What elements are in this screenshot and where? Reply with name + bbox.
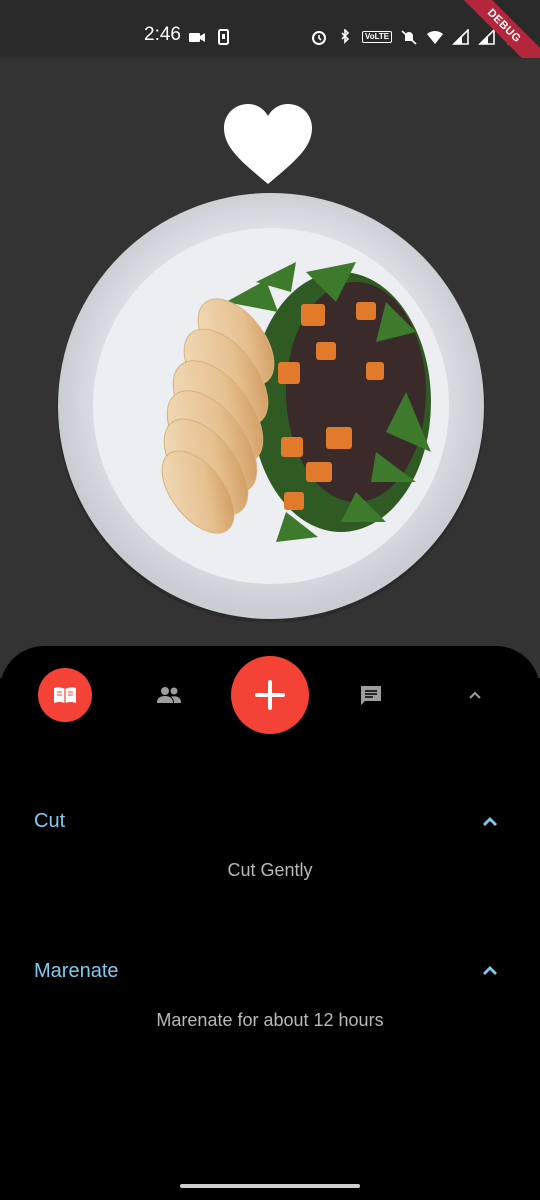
status-icons-right: VoLTE (310, 26, 522, 48)
home-indicator[interactable] (180, 1184, 360, 1188)
status-icons-left (188, 26, 232, 48)
section-body-marenate: Marenate for about 12 hours (156, 1010, 384, 1030)
heart-icon[interactable] (222, 104, 314, 186)
section-title-cut[interactable]: Cut (34, 810, 65, 833)
section-body-cut: Cut Gently (227, 860, 313, 880)
chat-button[interactable] (356, 682, 386, 710)
chevron-up-icon[interactable] (478, 810, 502, 834)
section-title-marenate[interactable]: Marenate (34, 960, 119, 983)
people-button[interactable] (152, 680, 186, 710)
volte-icon: VoLTE (362, 31, 393, 43)
add-icon (255, 680, 285, 710)
recipe-image-panel (0, 58, 540, 678)
people-icon (157, 687, 181, 703)
expand-up-icon (469, 691, 481, 699)
bluetooth-icon (341, 29, 350, 44)
bottom-sheet: Cut Cut Gently Marenate Marenate for abo… (0, 646, 540, 1200)
signal-icon (452, 29, 469, 45)
recipe-book-icon (54, 687, 76, 703)
status-time: 2:46 (144, 24, 181, 45)
expand-button[interactable] (462, 682, 488, 708)
recipe-book-button[interactable] (38, 668, 92, 722)
mute-icon (401, 30, 417, 45)
alarm-icon (312, 31, 326, 45)
food-plate-image (57, 193, 485, 622)
add-button[interactable] (231, 656, 309, 734)
chat-icon (361, 686, 381, 705)
sim-icon (218, 29, 229, 45)
video-icon (189, 33, 205, 42)
bottom-nav (0, 646, 540, 746)
chevron-up-icon[interactable] (478, 959, 502, 983)
wifi-icon (427, 30, 444, 44)
signal-icon (478, 29, 495, 45)
status-bar: 2:46 VoLTE DEBUG (0, 0, 540, 83)
